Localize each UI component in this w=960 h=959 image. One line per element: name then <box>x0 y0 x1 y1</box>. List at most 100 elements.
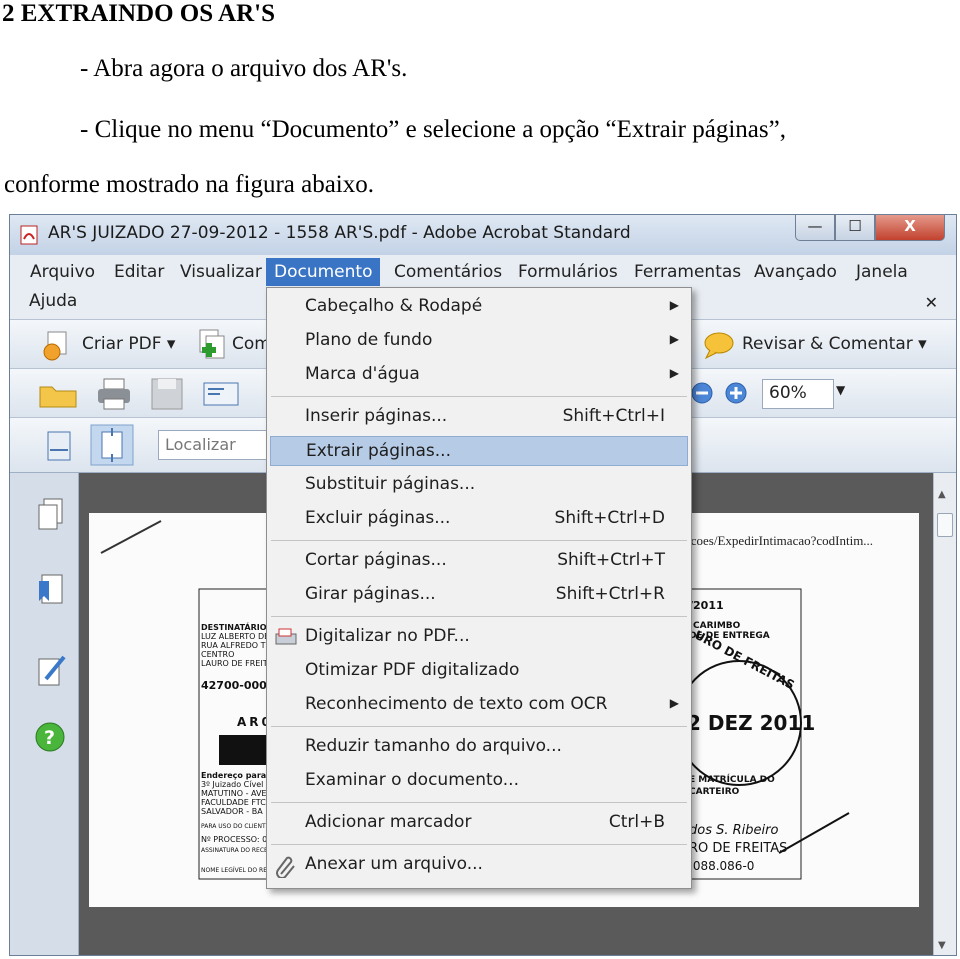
menu-item-inserir-paginas[interactable]: Inserir páginas... Shift+Ctrl+I <box>267 402 691 432</box>
menu-formularios[interactable]: Formulários <box>512 260 624 284</box>
open-folder-icon[interactable] <box>38 379 78 413</box>
page-matricula: E MATRÍCULA DO <box>689 775 775 785</box>
zoom-level-field[interactable]: 60% <box>762 379 834 409</box>
submenu-arrow-icon: ▶ <box>669 366 679 380</box>
close-button[interactable]: X <box>875 215 945 241</box>
instruction-open-file: - Abra agora o arquivo dos AR's. <box>80 55 408 82</box>
menu-separator <box>271 726 687 727</box>
page-signer: dos S. Ribeiro <box>689 823 779 838</box>
maximize-button[interactable]: ☐ <box>835 215 875 241</box>
page-destinatario: DESTINATÁRIO: <box>201 623 270 632</box>
page-carteiro: CARTEIRO <box>689 787 740 797</box>
submenu-arrow-icon: ▶ <box>669 332 679 346</box>
window-title: AR'S JUIZADO 27-09-2012 - 1558 AR'S.pdf … <box>48 223 631 243</box>
page-salvador: SALVADOR - BA <box>201 807 263 816</box>
page-juizado: 3º Juizado Cível <box>201 780 264 789</box>
find-input[interactable]: Localizar <box>158 430 268 460</box>
close-document-icon[interactable]: ✕ <box>925 293 938 312</box>
page-signer2: RO DE FREITAS <box>689 841 788 856</box>
menu-item-substituir-paginas[interactable]: Substituir páginas... <box>267 470 691 500</box>
minimize-icon: — <box>807 217 823 235</box>
menu-editar[interactable]: Editar <box>108 260 170 284</box>
menu-item-marca-dagua[interactable]: Marca d'água ▶ <box>267 360 691 390</box>
pdf-file-icon <box>20 225 38 245</box>
menu-item-plano-de-fundo[interactable]: Plano de fundo ▶ <box>267 326 691 356</box>
scroll-up-icon[interactable]: ▲ <box>938 489 946 500</box>
menu-item-digitalizar[interactable]: Digitalizar no PDF... <box>267 622 691 652</box>
page-uso: PARA USO DO CLIENTE <box>201 823 270 830</box>
menu-item-examinar-documento[interactable]: Examinar o documento... <box>267 766 691 796</box>
pages-icon[interactable] <box>36 497 66 537</box>
page-matutino: MATUTINO - AVE <box>201 789 267 798</box>
menu-item-girar-paginas[interactable]: Girar páginas... Shift+Ctrl+R <box>267 580 691 610</box>
menu-separator <box>271 844 687 845</box>
menu-ferramentas[interactable]: Ferramentas <box>628 260 747 284</box>
help-icon[interactable]: ? <box>34 721 66 757</box>
page-date-text: /2011 <box>689 599 724 612</box>
page-dest-name: LUZ ALBERTO DE <box>201 632 270 641</box>
zoom-in-icon[interactable] <box>724 381 748 409</box>
scanner-icon <box>275 628 297 651</box>
submenu-arrow-icon: ▶ <box>669 696 679 710</box>
menu-comentarios[interactable]: Comentários <box>388 260 508 284</box>
close-icon: X <box>904 217 916 235</box>
vertical-scrollbar[interactable]: ▲ ▼ <box>933 473 956 955</box>
acrobat-window: AR'S JUIZADO 27-09-2012 - 1558 AR'S.pdf … <box>9 214 957 956</box>
zoom-dropdown-chevron-icon[interactable]: ▼ <box>836 383 845 397</box>
instruction-continuation: conforme mostrado na figura abaixo. <box>4 171 375 198</box>
menu-item-adicionar-marcador[interactable]: Adicionar marcador Ctrl+B <box>267 808 691 838</box>
scroll-thumb[interactable] <box>937 513 953 537</box>
maximize-icon: ☐ <box>848 217 862 235</box>
fit-page-icon[interactable] <box>90 424 134 470</box>
signatures-icon[interactable] <box>36 653 68 693</box>
menu-visualizar[interactable]: Visualizar <box>174 260 268 284</box>
review-comment-icon[interactable] <box>702 330 736 364</box>
page-dest-city2: LAURO DE FREIT <box>201 659 268 668</box>
create-pdf-button[interactable]: Criar PDF ▾ <box>82 334 175 354</box>
menu-separator <box>271 802 687 803</box>
review-comment-button[interactable]: Revisar & Comentar ▾ <box>742 334 927 354</box>
menu-avancado[interactable]: Avançado <box>748 260 843 284</box>
fit-width-icon[interactable] <box>44 430 74 466</box>
section-heading: 2 EXTRAINDO OS AR'S <box>2 0 275 27</box>
menu-separator <box>271 540 687 541</box>
minimize-button[interactable]: — <box>795 215 835 241</box>
menu-item-excluir-paginas[interactable]: Excluir páginas... Shift+Ctrl+D <box>267 504 691 534</box>
combine-icon[interactable] <box>196 328 230 366</box>
page-stamp-date: 2 DEZ 2011 <box>687 711 816 735</box>
menu-item-reduzir-tamanho[interactable]: Reduzir tamanho do arquivo... <box>267 732 691 762</box>
paperclip-icon <box>275 856 297 883</box>
submenu-arrow-icon: ▶ <box>669 298 679 312</box>
menu-arquivo[interactable]: Arquivo <box>24 260 101 284</box>
menu-janela[interactable]: Janela <box>850 260 914 284</box>
scroll-down-icon[interactable]: ▼ <box>938 940 946 951</box>
print-icon[interactable] <box>96 377 132 415</box>
menu-item-extrair-paginas[interactable]: Extrair páginas... <box>270 436 688 466</box>
page-dest-addr: RUA ALFREDO T <box>201 641 266 650</box>
save-icon[interactable] <box>150 377 184 415</box>
email-icon[interactable] <box>202 379 240 413</box>
title-bar: AR'S JUIZADO 27-09-2012 - 1558 AR'S.pdf … <box>10 215 956 255</box>
instruction-click-menu: - Clique no menu “Documento” e selecione… <box>80 116 786 143</box>
menu-separator <box>271 616 687 617</box>
menu-item-cortar-paginas[interactable]: Cortar páginas... Shift+Ctrl+T <box>267 546 691 576</box>
menu-item-ocr[interactable]: Reconhecimento de texto com OCR ▶ <box>267 690 691 720</box>
page-faculdade: FACULDADE FTC <box>201 798 266 807</box>
navigation-panel: ? <box>10 473 79 955</box>
menu-ajuda[interactable]: Ajuda <box>23 289 83 313</box>
create-pdf-icon[interactable] <box>40 330 74 366</box>
menu-item-otimizar-pdf[interactable]: Otimizar PDF digitalizado <box>267 656 691 686</box>
bookmarks-icon[interactable] <box>36 573 66 613</box>
page-cep: 42700-000 <box>201 679 267 692</box>
menu-separator <box>271 396 687 397</box>
page-signer3: .088.086-0 <box>689 859 755 873</box>
zoom-out-icon[interactable] <box>690 381 714 409</box>
page-assinatura: ASSINATURA DO RECEB <box>201 847 272 854</box>
menu-item-anexar-arquivo[interactable]: Anexar um arquivo... <box>267 850 691 880</box>
page-endereco: Endereço para d <box>201 771 275 780</box>
menu-item-cabecalho-rodape[interactable]: Cabeçalho & Rodapé ▶ <box>267 292 691 322</box>
svg-text:?: ? <box>44 727 55 749</box>
page-dest-city: CENTRO <box>201 650 235 659</box>
menu-documento[interactable]: Documento <box>266 258 381 286</box>
documento-dropdown-menu: Cabeçalho & Rodapé ▶ Plano de fundo ▶ Marc… <box>266 287 692 889</box>
